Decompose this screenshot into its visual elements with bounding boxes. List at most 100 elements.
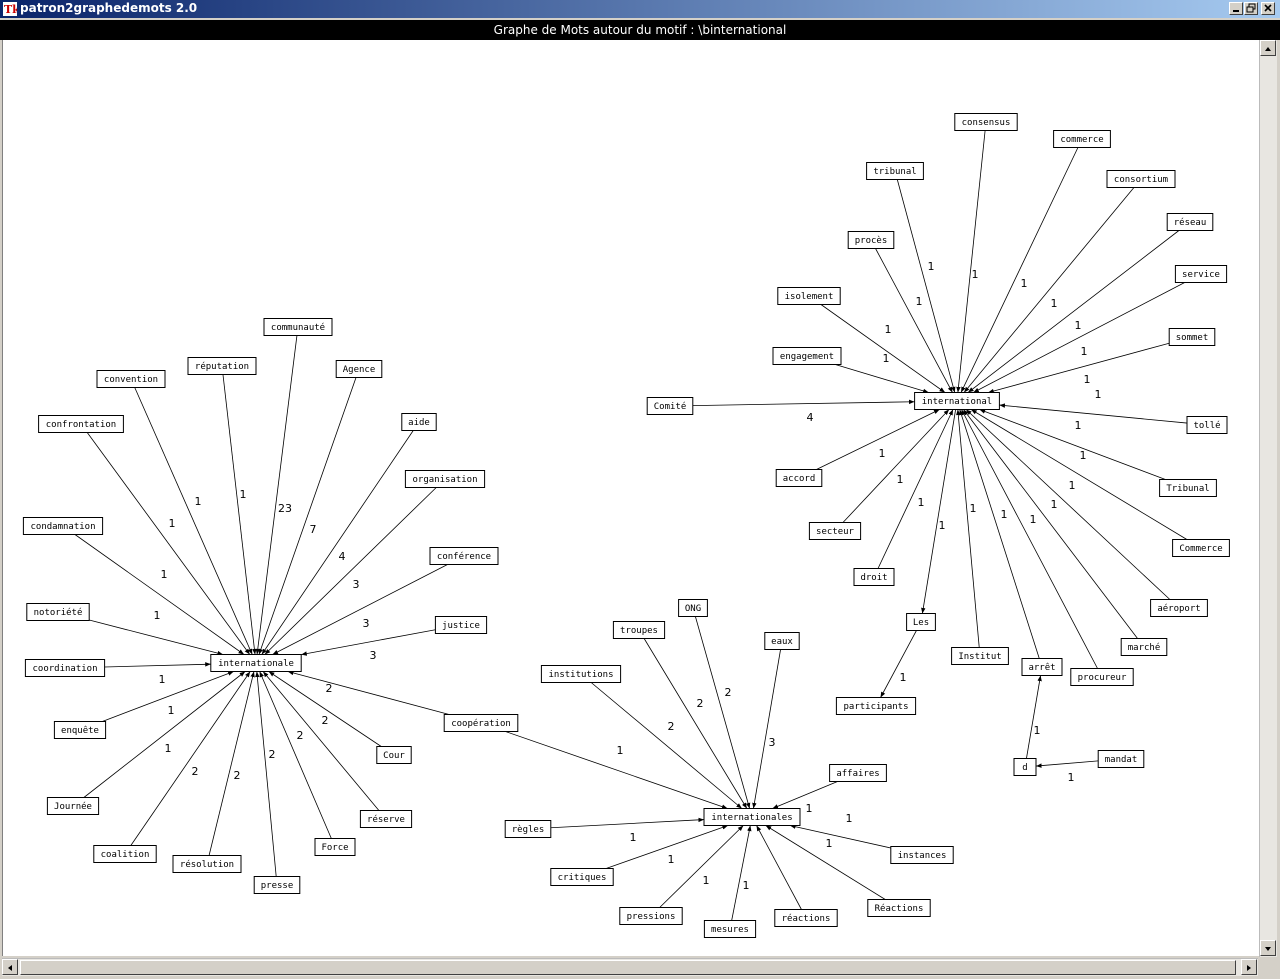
node-reactions[interactable]: Réactions (867, 899, 931, 917)
node-isolement[interactable]: isolement (777, 287, 841, 305)
node-label: Tribunal (1166, 484, 1209, 494)
node-label: condamnation (30, 522, 95, 532)
node-mesures[interactable]: mesures (703, 920, 757, 938)
node-troupes[interactable]: troupes (612, 621, 666, 639)
node-procureur[interactable]: procureur (1070, 668, 1134, 686)
node-justice[interactable]: justice (434, 616, 488, 634)
node-aeroport[interactable]: aéroport (1150, 599, 1208, 617)
edge-d-to-arret (1026, 675, 1042, 759)
node-coalition[interactable]: coalition (93, 845, 157, 863)
node-coordination[interactable]: coordination (24, 659, 106, 677)
edge-weight-label: 3 (363, 617, 370, 630)
node-ong[interactable]: ONG (678, 599, 708, 617)
edge-ong-to-internationales (695, 616, 751, 809)
edge-consensus-to-international (956, 130, 986, 393)
node-tolle[interactable]: tollé (1186, 416, 1228, 434)
node-label: international (922, 397, 992, 407)
scroll-right-button[interactable] (1241, 959, 1257, 975)
node-affaires[interactable]: affaires (829, 764, 887, 782)
node-sommet[interactable]: sommet (1168, 328, 1216, 346)
node-enquete[interactable]: enquête (53, 721, 107, 739)
close-button[interactable] (1261, 2, 1275, 15)
node-service[interactable]: service (1174, 265, 1228, 283)
node-reserve[interactable]: réserve (359, 810, 413, 828)
node-engagement[interactable]: engagement (772, 347, 842, 365)
node-aide[interactable]: aide (401, 413, 437, 431)
node-droit[interactable]: droit (853, 568, 895, 586)
node-participants[interactable]: participants (835, 697, 917, 715)
node-convention[interactable]: convention (96, 370, 166, 388)
node-organisation[interactable]: organisation (404, 470, 486, 488)
node-label: engagement (780, 352, 834, 362)
node-resolution[interactable]: résolution (172, 855, 242, 873)
node-conference[interactable]: conférence (429, 547, 499, 565)
edge-tribunal-to-international (896, 179, 956, 393)
edge-weight-label: 1 (1030, 513, 1037, 526)
node-les[interactable]: Les (906, 613, 936, 631)
node-institutions[interactable]: institutions (540, 665, 622, 683)
node-consortium[interactable]: consortium (1106, 170, 1176, 188)
node-reputation[interactable]: réputation (187, 357, 257, 375)
node-instances[interactable]: instances (890, 846, 954, 864)
edge-coordination-to-internationale (104, 662, 211, 668)
edge-weight-label: 1 (939, 519, 946, 532)
edge-weight-label: 1 (1069, 479, 1076, 492)
node-cooperation[interactable]: coopération (443, 714, 519, 732)
hub-node-internationales[interactable]: internationales (703, 808, 801, 826)
node-tribunal[interactable]: tribunal (866, 162, 924, 180)
node-tribunal[interactable]: Tribunal (1159, 479, 1217, 497)
node-journee[interactable]: Journée (46, 797, 100, 815)
minimize-button[interactable] (1229, 2, 1243, 15)
vertical-scrollbar[interactable] (1259, 40, 1277, 957)
edge-weight-label: 1 (1034, 724, 1041, 737)
restore-button[interactable] (1244, 2, 1258, 15)
horizontal-scroll-thumb[interactable] (20, 960, 1236, 975)
scroll-down-button[interactable] (1260, 940, 1276, 956)
node-label: institutions (548, 670, 613, 680)
node-cour[interactable]: Cour (376, 746, 412, 764)
graph-canvas[interactable]: 23 1 1 1 1 1 7 4 3 3 3 1 1 1 2 2 2 2 2 2 1 1 1 1 1 1 1 1 1 1 4 1 1 1 1 1 1 1 1… (2, 40, 1259, 956)
edge-weight-label: 1 (1075, 419, 1082, 432)
node-arret[interactable]: arrêt (1021, 658, 1063, 676)
node-mandat[interactable]: mandat (1097, 750, 1145, 768)
edge-coalition-to-internationale (130, 671, 251, 846)
node-pressions[interactable]: pressions (619, 907, 683, 925)
node-force[interactable]: Force (314, 838, 356, 856)
node-consensus[interactable]: consensus (954, 113, 1018, 131)
node-label: résolution (180, 859, 234, 870)
node-agence[interactable]: Agence (335, 360, 383, 378)
edge-weight-label: 1 (1021, 277, 1028, 290)
node-accord[interactable]: accord (775, 469, 823, 487)
edge-weight-label: 2 (326, 682, 333, 695)
node-reactions[interactable]: réactions (774, 909, 838, 927)
node-label: procureur (1078, 673, 1127, 683)
node-secteur[interactable]: secteur (808, 522, 862, 540)
node-proces[interactable]: procès (847, 231, 895, 249)
node-reseau[interactable]: réseau (1166, 213, 1214, 231)
edge-service-to-international (973, 282, 1185, 393)
nodes-layer: internationale international international… (22, 113, 1230, 938)
node-confrontation[interactable]: confrontation (38, 415, 124, 433)
node-label: troupes (620, 626, 658, 636)
node-regles[interactable]: règles (504, 820, 552, 838)
node-commerce[interactable]: Commerce (1172, 539, 1230, 557)
scroll-left-button[interactable] (2, 959, 18, 975)
node-eaux[interactable]: eaux (764, 632, 800, 650)
node-label: participants (843, 702, 908, 712)
hub-node-international[interactable]: international (914, 392, 1000, 410)
edge-weight-label: 1 (1084, 373, 1091, 386)
node-presse[interactable]: presse (253, 876, 301, 894)
hub-node-d[interactable]: d (1013, 758, 1037, 776)
node-comite[interactable]: Comité (646, 397, 694, 415)
horizontal-scrollbar[interactable] (2, 958, 1258, 976)
node-label: marché (1128, 642, 1161, 653)
node-critiques[interactable]: critiques (550, 868, 614, 886)
node-marche[interactable]: marché (1120, 638, 1168, 656)
node-commerce[interactable]: commerce (1053, 130, 1111, 148)
hub-node-internationale[interactable]: internationale (210, 654, 302, 672)
node-communaute[interactable]: communauté (263, 318, 333, 336)
node-notoriete[interactable]: notoriété (26, 603, 90, 621)
node-institut[interactable]: Institut (951, 647, 1009, 665)
scroll-up-button[interactable] (1260, 40, 1276, 56)
node-condamnation[interactable]: condamnation (22, 517, 104, 535)
